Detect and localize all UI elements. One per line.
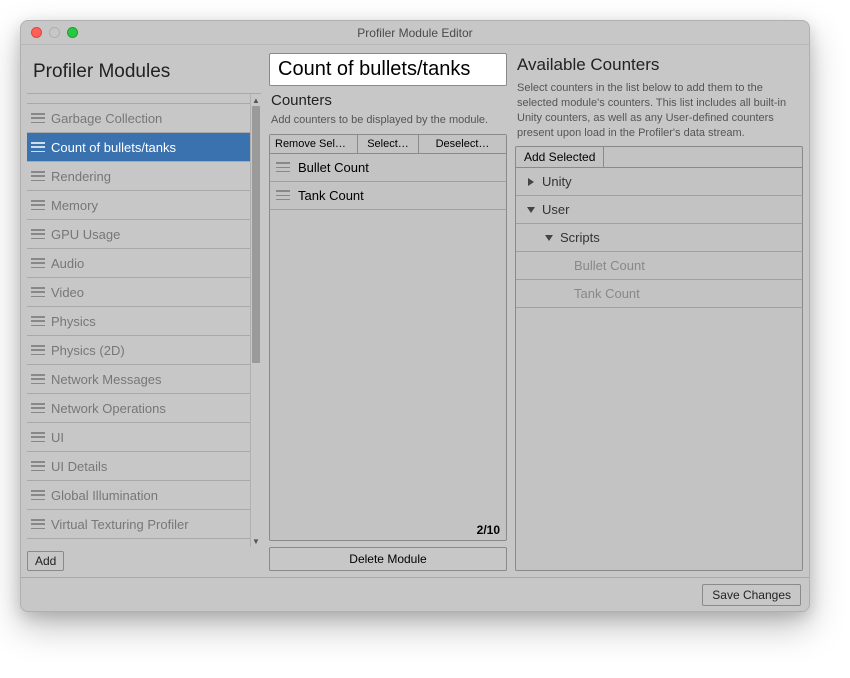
counter-count: 2/10	[270, 520, 506, 540]
module-row[interactable]: UI Details	[27, 452, 250, 481]
tree-row-label: User	[542, 202, 569, 217]
module-row-label: UI	[51, 430, 64, 445]
available-heading: Available Counters	[515, 53, 803, 79]
module-row-label: Network Operations	[51, 401, 166, 416]
module-row[interactable]: Audio	[27, 249, 250, 278]
delete-module-button[interactable]: Delete Module	[269, 547, 507, 571]
module-row-label: Physics (2D)	[51, 343, 125, 358]
module-row[interactable]: Rendering	[27, 162, 250, 191]
module-row[interactable]: GPU Usage	[27, 220, 250, 249]
module-row-label: Network Messages	[51, 372, 162, 387]
titlebar[interactable]: Profiler Module Editor	[21, 21, 809, 45]
module-row[interactable]: UI	[27, 423, 250, 452]
drag-grip-icon[interactable]	[276, 162, 290, 172]
scroll-up-icon[interactable]: ▲	[251, 94, 261, 106]
counter-row-label: Bullet Count	[298, 160, 369, 175]
select-all-button[interactable]: Select…	[358, 135, 419, 153]
tree-row[interactable]: Unity	[516, 168, 802, 196]
module-row-label: Global Illumination	[51, 488, 158, 503]
module-row[interactable]: Count of bullets/tanks	[27, 133, 250, 162]
available-counters-tree: Unity User Scripts Bullet Count Tank Count	[516, 168, 802, 570]
counter-row[interactable]: Tank Count	[270, 182, 506, 210]
tree-row-label: Bullet Count	[574, 258, 645, 273]
drag-grip-icon[interactable]	[31, 200, 45, 210]
module-row-label: Rendering	[51, 169, 111, 184]
disclosure-triangle-icon[interactable]	[526, 177, 536, 187]
module-name-input[interactable]: Count of bullets/tanks	[269, 53, 507, 86]
minimize-icon	[49, 27, 60, 38]
modules-panel: Profiler Modules Garbage Collection Count…	[21, 45, 261, 571]
modules-heading: Profiler Modules	[27, 53, 261, 93]
module-row[interactable]: Physics	[27, 307, 250, 336]
window-title: Profiler Module Editor	[357, 26, 472, 40]
tree-row-label: Unity	[542, 174, 572, 189]
module-row-label: Video	[51, 285, 84, 300]
drag-grip-icon[interactable]	[31, 403, 45, 413]
tree-row[interactable]: Scripts	[516, 224, 802, 252]
drag-grip-icon[interactable]	[31, 374, 45, 384]
tree-row-label: Scripts	[560, 230, 600, 245]
scroll-thumb[interactable]	[252, 106, 260, 363]
drag-grip-icon[interactable]	[31, 345, 45, 355]
module-row-label: Count of bullets/tanks	[51, 140, 176, 155]
drag-grip-icon[interactable]	[31, 461, 45, 471]
module-row[interactable]: Memory	[27, 191, 250, 220]
disclosure-triangle-icon[interactable]	[526, 205, 536, 215]
module-row-label: Audio	[51, 256, 84, 271]
module-row[interactable]: Video	[27, 278, 250, 307]
drag-grip-icon[interactable]	[31, 490, 45, 500]
deselect-all-button[interactable]: Deselect…	[419, 135, 506, 153]
module-row-label: Garbage Collection	[51, 111, 162, 126]
drag-grip-icon[interactable]	[31, 113, 45, 123]
module-row-label: UI Details	[51, 459, 107, 474]
module-row-label: Virtual Texturing Profiler	[51, 517, 189, 532]
module-row[interactable]: Virtual Texturing Profiler	[27, 510, 250, 539]
tree-row[interactable]: Tank Count	[516, 280, 802, 308]
footer: Save Changes	[21, 577, 809, 611]
scroll-down-icon[interactable]: ▼	[251, 535, 261, 547]
close-icon[interactable]	[31, 27, 42, 38]
available-helper: Select counters in the list below to add…	[515, 79, 803, 146]
tree-row-label: Tank Count	[574, 286, 640, 301]
module-detail-panel: Count of bullets/tanks Counters Add coun…	[269, 45, 507, 571]
drag-grip-icon[interactable]	[31, 229, 45, 239]
remove-selected-button[interactable]: Remove Sele…	[270, 135, 358, 153]
add-module-button[interactable]: Add	[27, 551, 64, 571]
module-list-scrollbar[interactable]: ▲ ▼	[250, 94, 261, 547]
drag-grip-icon[interactable]	[31, 519, 45, 529]
module-row[interactable]: Network Operations	[27, 394, 250, 423]
drag-grip-icon[interactable]	[276, 190, 290, 200]
module-row[interactable]: Garbage Collection	[27, 104, 250, 133]
module-row-label: Physics	[51, 314, 96, 329]
selected-counters-box: Remove Sele… Select… Deselect… Bullet Co…	[269, 134, 507, 541]
drag-grip-icon[interactable]	[31, 258, 45, 268]
module-row-partial[interactable]	[27, 94, 250, 104]
module-list: Garbage Collection Count of bullets/tanks…	[27, 94, 250, 547]
counters-helper: Add counters to be displayed by the modu…	[269, 111, 507, 134]
available-counters-panel: Available Counters Select counters in th…	[515, 45, 803, 571]
tree-row[interactable]: Bullet Count	[516, 252, 802, 280]
save-changes-button[interactable]: Save Changes	[702, 584, 801, 606]
drag-grip-icon[interactable]	[31, 171, 45, 181]
add-selected-button[interactable]: Add Selected	[516, 147, 604, 167]
drag-grip-icon[interactable]	[31, 432, 45, 442]
drag-grip-icon[interactable]	[31, 142, 45, 152]
drag-grip-icon[interactable]	[31, 316, 45, 326]
module-row[interactable]: Global Illumination	[27, 481, 250, 510]
profiler-module-editor-window: Profiler Module Editor Profiler Modules …	[20, 20, 810, 612]
disclosure-triangle-icon[interactable]	[544, 233, 554, 243]
drag-grip-icon[interactable]	[31, 287, 45, 297]
counters-heading: Counters	[269, 92, 507, 111]
zoom-icon[interactable]	[67, 27, 78, 38]
module-row[interactable]: Network Messages	[27, 365, 250, 394]
module-row-label: Memory	[51, 198, 98, 213]
tree-row[interactable]: User	[516, 196, 802, 224]
counter-row-label: Tank Count	[298, 188, 364, 203]
module-row[interactable]: Physics (2D)	[27, 336, 250, 365]
counter-row[interactable]: Bullet Count	[270, 154, 506, 182]
module-row-label: GPU Usage	[51, 227, 120, 242]
